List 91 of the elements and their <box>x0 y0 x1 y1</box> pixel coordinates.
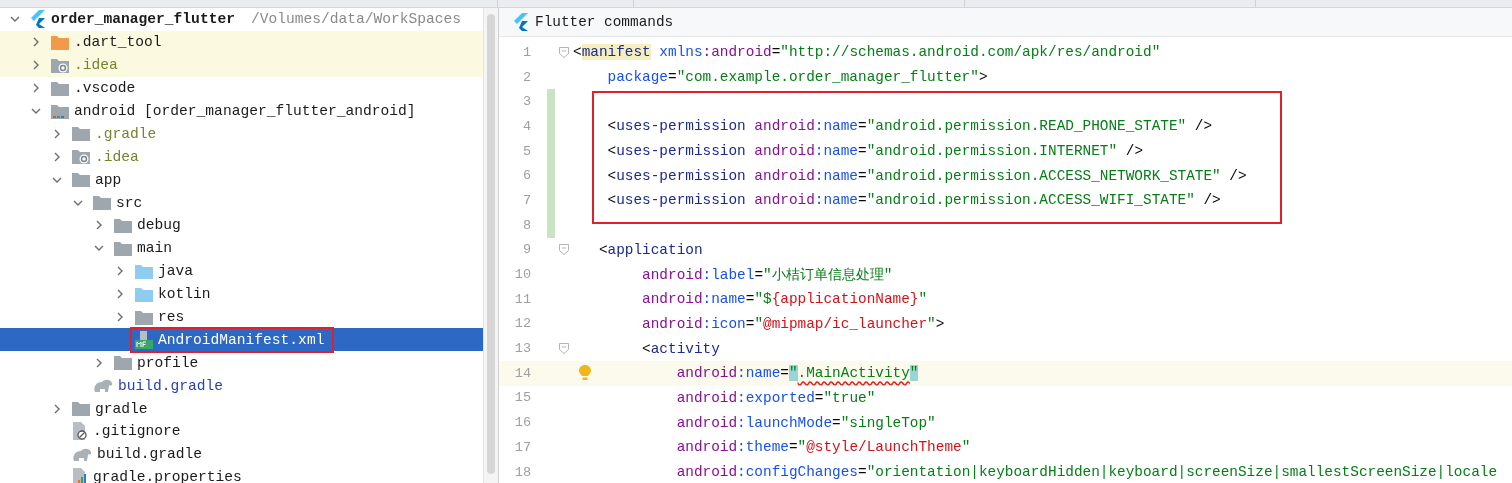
tree-item[interactable]: order_manager_flutter /Volumes/data/WorkSpaces <box>0 8 483 31</box>
line-number: 11 <box>513 291 531 307</box>
ignored-file-icon <box>72 422 88 441</box>
folder-icon <box>135 286 153 302</box>
tree-item[interactable]: java <box>0 259 483 283</box>
code-line: android:name="${applicationName}" <box>641 291 928 308</box>
line-number: 3 <box>521 94 531 110</box>
tree-item[interactable]: main <box>0 236 483 260</box>
tree-item[interactable]: .gitignore <box>0 420 483 443</box>
tree-item[interactable]: debug <box>0 214 483 237</box>
chevron-icon[interactable] <box>52 403 62 414</box>
chevron-icon[interactable] <box>31 106 41 116</box>
folder-icon <box>135 263 153 279</box>
code-line: <application <box>597 241 703 258</box>
tree-item[interactable]: .idea <box>0 53 483 77</box>
tree-item[interactable]: .idea <box>0 145 483 169</box>
tree-item[interactable]: build.gradle <box>0 442 483 466</box>
code-line: android:icon="@mipmap/ic_launcher"> <box>641 315 945 332</box>
chevron-icon[interactable] <box>31 60 41 71</box>
folder-icon <box>114 355 132 371</box>
chevron-icon[interactable] <box>31 83 41 94</box>
folder-icon <box>72 401 90 417</box>
tree-item[interactable]: .gradle <box>0 122 483 146</box>
chevron-icon[interactable] <box>31 37 41 48</box>
code-line: <uses-permission android:name="android.permission.ACCESS_WIFI_STATE" /> <box>606 192 1221 209</box>
line-number: 7 <box>521 192 531 208</box>
properties-file-icon <box>72 468 88 483</box>
chevron-icon[interactable] <box>94 220 104 231</box>
line-number: 5 <box>521 143 531 159</box>
line-number: 16 <box>513 415 531 431</box>
chevron-icon[interactable] <box>115 266 125 277</box>
code-line: <uses-permission android:name="android.permission.ACCESS_NETWORK_STATE" /> <box>606 167 1247 184</box>
folder-icon <box>114 217 132 233</box>
folder-icon <box>51 80 69 96</box>
line-number: 17 <box>513 439 531 455</box>
code-line: <activity <box>641 340 720 357</box>
line-number: 4 <box>521 118 531 134</box>
tree-item[interactable]: AndroidManifest.xml <box>0 328 483 352</box>
folder-icon <box>135 309 153 325</box>
folder-icon <box>72 126 90 142</box>
flutter-logo-icon <box>513 13 529 31</box>
manifest-file-icon <box>135 330 153 349</box>
tree-item[interactable]: kotlin <box>0 282 483 306</box>
folder-icon <box>93 195 111 211</box>
line-number: 12 <box>513 316 531 332</box>
line-number: 14 <box>513 365 531 381</box>
folder-icon <box>72 172 90 188</box>
chevron-icon[interactable] <box>115 312 125 322</box>
tree-item[interactable]: .dart_tool <box>0 30 483 54</box>
code-line: android:name=".MainActivity" <box>675 365 919 382</box>
chevron-icon[interactable] <box>52 151 62 162</box>
tree-item[interactable]: res <box>0 305 483 329</box>
code-line: package="com.example.order_manager_flutter"> <box>606 69 988 86</box>
line-number: 6 <box>521 168 531 184</box>
tree-item[interactable]: .vscode <box>0 76 483 100</box>
code-line: android:exported="true" <box>675 389 876 406</box>
line-number: 10 <box>513 267 531 283</box>
flutter-logo-icon <box>30 10 46 29</box>
tree-item[interactable]: android [order_manager_flutter_android] <box>0 99 483 123</box>
tree-item[interactable]: gradle <box>0 397 483 421</box>
code-line: <manifest xmlns:android="http://schemas.android.com/apk/res/android" <box>573 44 1161 61</box>
line-number: 15 <box>513 390 531 406</box>
line-number: 13 <box>513 341 531 357</box>
code-line: android:configChanges="orientation|keyboardHidden|keyboard|screenSize|smallestScreenSize|locale <box>675 464 1498 481</box>
chevron-icon[interactable] <box>52 128 62 139</box>
module-folder-icon <box>51 103 69 119</box>
tree-item[interactable]: build.gradle <box>0 374 483 398</box>
settings-folder-icon <box>51 57 69 73</box>
line-number: 18 <box>513 464 531 480</box>
folder-icon <box>114 240 132 256</box>
tree-item[interactable]: profile <box>0 351 483 375</box>
toolbar-label[interactable]: Flutter commands <box>535 14 674 30</box>
line-number: 8 <box>521 217 531 233</box>
code-line: <uses-permission android:name="android.permission.READ_PHONE_STATE" /> <box>606 118 1213 135</box>
code-line: android:launchMode="singleTop" <box>675 414 936 431</box>
code-line: <uses-permission android:name="android.permission.INTERNET" /> <box>606 143 1144 160</box>
elephant-icon <box>72 446 92 462</box>
scrollbar[interactable] <box>487 14 495 474</box>
line-number: 2 <box>521 69 531 85</box>
project-path: /Volumes/data/WorkSpaces <box>250 11 462 28</box>
line-number: 1 <box>521 44 531 60</box>
line-number: 9 <box>521 242 531 258</box>
tree-item[interactable]: src <box>0 191 483 214</box>
chevron-icon[interactable] <box>115 289 125 300</box>
code-line: android:theme="@style/LaunchTheme" <box>675 439 971 456</box>
elephant-icon <box>93 378 113 394</box>
tree-item[interactable]: app <box>0 168 483 192</box>
settings-folder-icon <box>72 149 90 165</box>
folder-icon <box>51 34 69 50</box>
chevron-icon[interactable] <box>94 357 104 368</box>
code-line: android:label="小桔订单信息处理" <box>641 266 893 285</box>
